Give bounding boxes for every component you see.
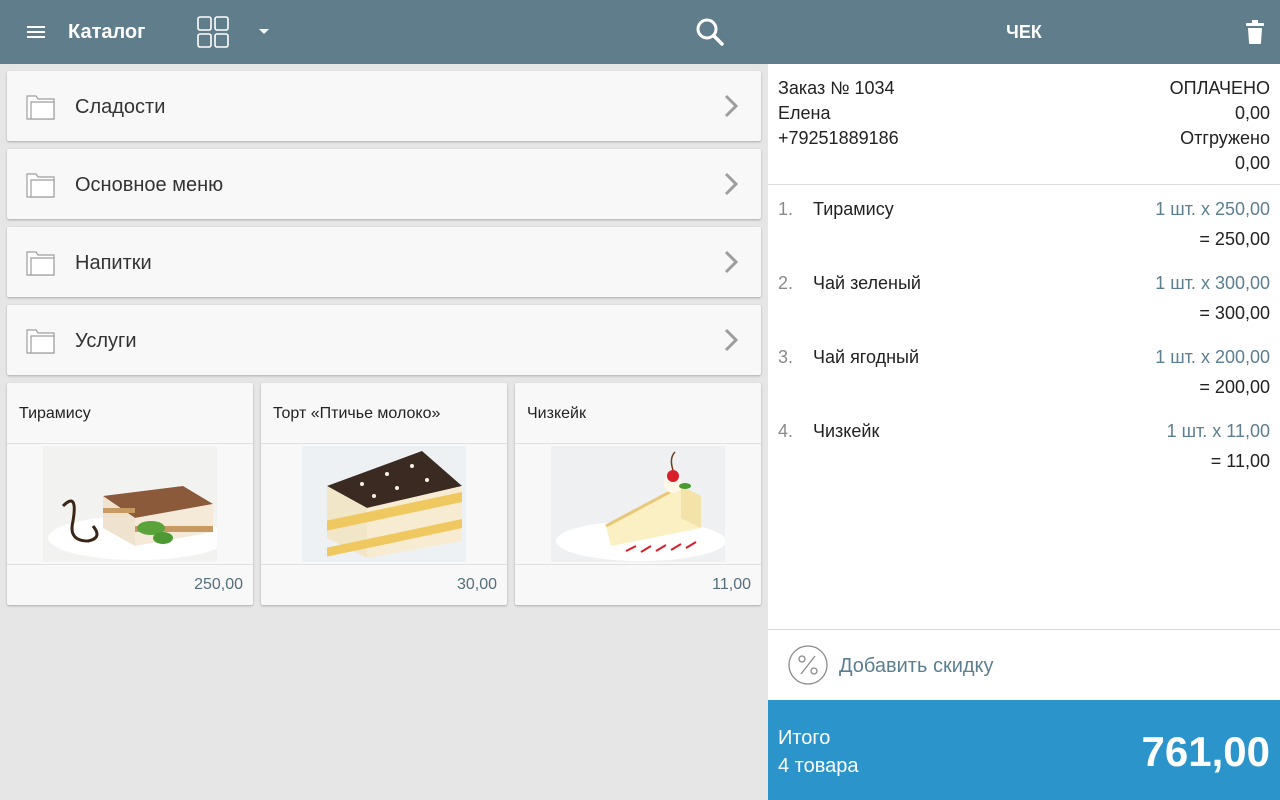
divider [768, 184, 1280, 185]
product-name: Чизкейк [527, 405, 586, 422]
product-name: Тирамису [19, 405, 91, 422]
tiramisu-photo [43, 446, 217, 562]
folder-label: Услуги [75, 330, 137, 352]
add-discount-button[interactable]: Добавить скидку [768, 630, 1280, 700]
product-price: 30,00 [456, 576, 497, 593]
line-item-name: Чай ягодный [813, 347, 920, 367]
paid-amount: 0,00 [1234, 103, 1270, 123]
catalog-panel: Сладости Основное меню Напитки Услуги Ти… [0, 64, 768, 800]
chevron-right-icon [724, 250, 739, 274]
hamburger-icon [27, 26, 45, 38]
line-number: 2. [778, 273, 794, 293]
folder-sweets[interactable]: Сладости [7, 71, 761, 141]
folder-icon [26, 329, 55, 354]
view-dropdown-button[interactable] [252, 24, 276, 40]
line-item-name: Тирамису [813, 199, 894, 219]
divider [7, 564, 253, 565]
line-item-name: Чизкейк [813, 421, 880, 441]
line-item-total: = 200,00 [1199, 377, 1270, 397]
product-price: 250,00 [194, 576, 243, 593]
line-number: 4. [778, 421, 794, 441]
divider [515, 564, 761, 565]
trash-icon [1246, 20, 1264, 44]
line-item-quantity: 1 шт. x 300,00 [1155, 273, 1270, 293]
customer-name: Елена [778, 103, 831, 123]
product-card-cheesecake[interactable]: Чизкейк 11,00 [515, 383, 761, 605]
grid-view-button[interactable] [196, 16, 230, 48]
line-item-total: = 300,00 [1199, 303, 1270, 323]
menu-button[interactable] [20, 20, 52, 44]
folder-icon [26, 95, 55, 120]
folder-services[interactable]: Услуги [7, 305, 761, 375]
grid-view-icon [197, 16, 229, 48]
folder-icon [26, 251, 55, 276]
line-number: 1. [778, 199, 794, 219]
divider [261, 443, 507, 444]
receipt-title: ЧЕК [1006, 22, 1042, 42]
total-sum: 761,00 [1141, 728, 1270, 775]
bird-milk-cake-photo [302, 446, 466, 562]
top-app-bar: Каталог ЧЕК [0, 0, 1280, 64]
shipped-amount: 0,00 [1234, 153, 1270, 173]
line-item-quantity: 1 шт. x 200,00 [1155, 347, 1270, 367]
folder-main-menu[interactable]: Основное меню [7, 149, 761, 219]
folder-drinks[interactable]: Напитки [7, 227, 761, 297]
line-item-total: = 11,00 [1210, 451, 1270, 471]
chevron-right-icon [724, 172, 739, 196]
line-item-quantity: 1 шт. x 11,00 [1166, 421, 1270, 441]
line-item-quantity: 1 шт. x 250,00 [1155, 199, 1270, 219]
folder-label: Основное меню [75, 174, 224, 196]
folder-label: Сладости [75, 96, 166, 118]
receipt-panel: Заказ № 1034 ОПЛАЧЕНО Елена 0,00 +792518… [768, 64, 1280, 800]
line-item-total: = 250,00 [1199, 229, 1270, 249]
folder-icon [26, 173, 55, 198]
total-bar[interactable]: Итого 4 товара 761,00 [768, 700, 1280, 800]
chevron-right-icon [724, 328, 739, 352]
divider [261, 564, 507, 565]
product-name: Торт «Птичье молоко» [273, 405, 441, 422]
add-discount-label: Добавить скидку [839, 655, 994, 677]
divider [7, 443, 253, 444]
product-price: 11,00 [712, 576, 751, 593]
product-card-bird-milk-cake[interactable]: Торт «Птичье молоко» 30,00 [261, 383, 507, 605]
total-label: Итого [778, 727, 831, 749]
divider [515, 443, 761, 444]
search-button[interactable] [692, 14, 728, 50]
percent-icon [788, 645, 828, 685]
line-number: 3. [778, 347, 794, 367]
catalog-title: Каталог [68, 21, 146, 43]
order-number: Заказ № 1034 [778, 78, 895, 98]
search-icon [696, 18, 724, 46]
payment-status: ОПЛАЧЕНО [1169, 78, 1270, 98]
shipped-label: Отгружено [1180, 128, 1270, 148]
triangle-down-icon [259, 29, 269, 34]
line-item-name: Чай зеленый [813, 273, 921, 293]
clear-receipt-button[interactable] [1240, 16, 1270, 48]
product-card-tiramisu[interactable]: Тирамису 250,00 [7, 383, 253, 605]
chevron-right-icon [724, 94, 739, 118]
folder-label: Напитки [75, 252, 152, 274]
customer-phone: +79251889186 [778, 128, 899, 148]
cheesecake-photo [551, 446, 725, 562]
total-item-count: 4 товара [778, 755, 859, 777]
